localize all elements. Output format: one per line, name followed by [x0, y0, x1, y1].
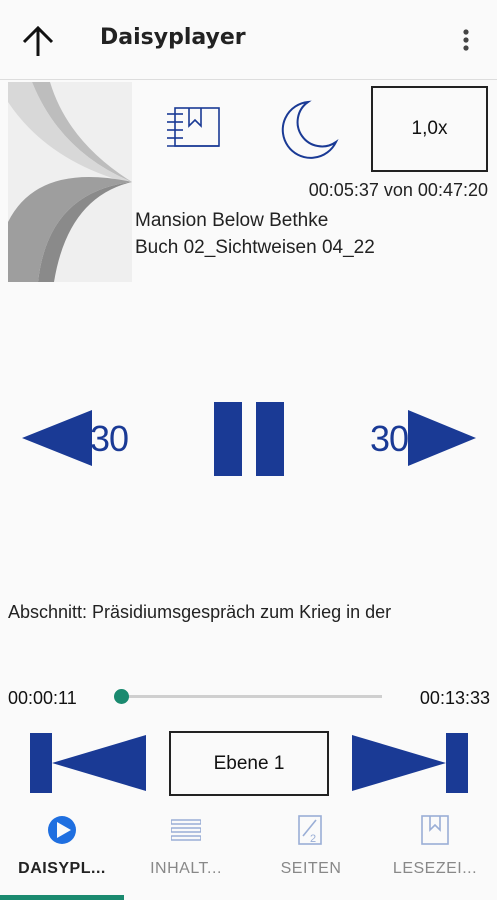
duration-time: 00:13:33 [419, 688, 490, 708]
skip-forward-arrow-icon [408, 410, 476, 466]
overflow-menu-button[interactable] [452, 26, 480, 56]
pause-icon [214, 402, 284, 476]
add-bookmark-icon [167, 107, 220, 147]
pause-button[interactable] [214, 402, 284, 476]
bookmark-icon [421, 815, 449, 845]
next-button[interactable] [352, 733, 468, 793]
nav-seiten[interactable]: 2 SEITEN [249, 808, 373, 900]
add-bookmark-button[interactable] [163, 100, 223, 154]
progress-track[interactable] [118, 695, 382, 698]
skip-forward-seconds: 30 [370, 418, 409, 459]
book-title: Mansion Below Bethke [135, 210, 329, 231]
back-button[interactable] [18, 22, 58, 62]
nav-label-seiten: SEITEN [280, 860, 342, 877]
svg-text:2: 2 [310, 833, 316, 845]
list-icon [171, 819, 201, 841]
skip-previous-icon [30, 733, 146, 793]
nav-label-lesezeichen: LESEZEI... [392, 860, 478, 877]
skip-next-icon [352, 733, 468, 793]
app-title: Daisyplayer [100, 25, 246, 50]
time-separator: von [383, 180, 413, 200]
skip-back-arrow-icon [22, 410, 92, 466]
moon-icon [281, 100, 339, 159]
page-icon: 2 [298, 815, 322, 845]
nav-inhalt[interactable]: INHALT... [124, 808, 248, 900]
skip-back-seconds: 30 [90, 418, 129, 459]
elapsed-time: 00:05:37 [308, 180, 379, 200]
arrow-up-icon [22, 25, 54, 56]
skip-back-button[interactable]: 30 [22, 408, 132, 468]
chapter-title: Buch 02_Sichtweisen 04_22 [135, 237, 375, 258]
nav-lesezeichen[interactable]: LESEZEI... [373, 808, 497, 900]
sleep-timer-button[interactable] [280, 98, 340, 160]
nav-label-inhalt: INHALT... [150, 860, 222, 877]
cover-image [8, 82, 132, 282]
nav-daisyplayer[interactable]: DAISYPL... [0, 808, 124, 900]
active-tab-indicator [0, 895, 124, 900]
app-bar: Daisyplayer [0, 0, 497, 80]
book-time-readout: 00:05:37 von 00:47:20 [309, 180, 488, 201]
level-button[interactable]: Ebene 1 [169, 731, 329, 796]
more-vert-icon [463, 29, 469, 51]
progress-thumb[interactable] [114, 689, 130, 704]
previous-button[interactable] [30, 733, 146, 793]
play-circle-icon [48, 816, 76, 844]
level-label: Ebene 1 [213, 752, 285, 774]
speed-button[interactable]: 1,0x [371, 86, 488, 172]
speed-value: 1,0x [411, 118, 448, 139]
position-time: 00:00:11 [8, 688, 77, 708]
skip-forward-button[interactable]: 30 [370, 408, 478, 468]
section-title: Abschnitt: Präsidiumsgespräch zum Krieg … [8, 602, 392, 622]
nav-label-daisyplayer: DAISYPL... [18, 860, 106, 877]
bottom-navigation: DAISYPL... INHALT... 2 SEITEN LESEZEI... [0, 808, 497, 900]
total-time: 00:47:20 [417, 180, 488, 200]
